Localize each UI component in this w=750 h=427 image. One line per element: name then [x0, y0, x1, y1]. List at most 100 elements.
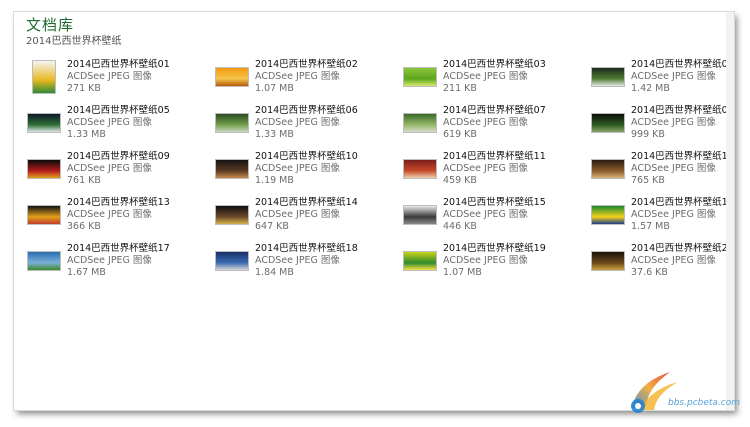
file-meta: 2014巴西世界杯壁纸14 ACDSee JPEG 图像 647 KB: [255, 197, 358, 233]
file-size: 446 KB: [443, 221, 477, 232]
file-item[interactable]: 2014巴西世界杯壁纸13 ACDSee JPEG 图像 366 KB: [26, 197, 214, 243]
file-name: 2014巴西世界杯壁纸13: [67, 197, 170, 208]
bw-player-thumbnail: [403, 205, 437, 225]
file-item[interactable]: 2014巴西世界杯壁纸07 ACDSee JPEG 图像 619 KB: [402, 105, 590, 151]
file-item[interactable]: 2014巴西世界杯壁纸04 ACDSee JPEG 图像 1.42 MB: [590, 59, 734, 105]
file-type: ACDSee JPEG 图像: [631, 255, 716, 266]
file-item[interactable]: 2014巴西世界杯壁纸18 ACDSee JPEG 图像 1.84 MB: [214, 243, 402, 289]
file-size: 1.07 MB: [443, 267, 482, 278]
file-size: 1.19 MB: [255, 175, 294, 186]
file-type: ACDSee JPEG 图像: [67, 209, 152, 220]
file-item[interactable]: 2014巴西世界杯壁纸15 ACDSee JPEG 图像 446 KB: [402, 197, 590, 243]
library-window: 文档库 2014巴西世界杯壁纸 2014巴西世界杯壁纸01 ACDSee JPEG…: [14, 12, 734, 410]
file-item[interactable]: 2014巴西世界杯壁纸01 ACDSee JPEG 图像 271 KB: [26, 59, 214, 105]
file-item[interactable]: 2014巴西世界杯壁纸08 ACDSee JPEG 图像 999 KB: [590, 105, 734, 151]
thumbnail-frame: [402, 105, 438, 141]
file-item[interactable]: 2014巴西世界杯壁纸09 ACDSee JPEG 图像 761 KB: [26, 151, 214, 197]
scrollbar[interactable]: [726, 12, 734, 410]
file-name: 2014巴西世界杯壁纸17: [67, 243, 170, 254]
file-name: 2014巴西世界杯壁纸06: [255, 105, 358, 116]
file-type: ACDSee JPEG 图像: [67, 71, 152, 82]
player-portrait-thumbnail: [591, 251, 625, 271]
file-type: ACDSee JPEG 图像: [443, 209, 528, 220]
file-type: ACDSee JPEG 图像: [443, 117, 528, 128]
thumbnail-frame: [26, 59, 62, 95]
thumbnail-frame: [590, 243, 626, 279]
file-size: 765 KB: [631, 175, 665, 186]
library-subtitle: 2014巴西世界杯壁纸: [26, 36, 122, 47]
blue-stadium-thumbnail: [215, 251, 249, 271]
file-type: ACDSee JPEG 图像: [631, 209, 716, 220]
dark-player-thumbnail: [215, 159, 249, 179]
file-grid: 2014巴西世界杯壁纸01 ACDSee JPEG 图像 271 KB 2014巴西世…: [26, 59, 734, 289]
file-item[interactable]: 2014巴西世界杯壁纸19 ACDSee JPEG 图像 1.07 MB: [402, 243, 590, 289]
file-item[interactable]: 2014巴西世界杯壁纸11 ACDSee JPEG 图像 459 KB: [402, 151, 590, 197]
file-meta: 2014巴西世界杯壁纸01 ACDSee JPEG 图像 271 KB: [67, 59, 170, 95]
file-type: ACDSee JPEG 图像: [255, 163, 340, 174]
file-name: 2014巴西世界杯壁纸01: [67, 59, 170, 70]
thumbnail-frame: [402, 59, 438, 95]
sky-field-thumbnail: [27, 251, 61, 271]
file-meta: 2014巴西世界杯壁纸20 ACDSee JPEG 图像 37.6 KB: [631, 243, 734, 279]
file-meta: 2014巴西世界杯壁纸06 ACDSee JPEG 图像 1.33 MB: [255, 105, 358, 141]
night-stadium-thumbnail: [591, 113, 625, 133]
file-size: 366 KB: [67, 221, 101, 232]
file-size: 1.84 MB: [255, 267, 294, 278]
thumbnail-frame: [590, 105, 626, 141]
file-item[interactable]: 2014巴西世界杯壁纸05 ACDSee JPEG 图像 1.33 MB: [26, 105, 214, 151]
file-size: 459 KB: [443, 175, 477, 186]
file-meta: 2014巴西世界杯壁纸05 ACDSee JPEG 图像 1.33 MB: [67, 105, 170, 141]
file-type: ACDSee JPEG 图像: [67, 117, 152, 128]
file-size: 999 KB: [631, 129, 665, 140]
file-size: 1.67 MB: [67, 267, 106, 278]
file-type: ACDSee JPEG 图像: [443, 163, 528, 174]
file-name: 2014巴西世界杯壁纸08: [631, 105, 734, 116]
file-meta: 2014巴西世界杯壁纸08 ACDSee JPEG 图像 999 KB: [631, 105, 734, 141]
file-meta: 2014巴西世界杯壁纸11 ACDSee JPEG 图像 459 KB: [443, 151, 546, 187]
pcbeta-logo: [631, 372, 678, 413]
file-size: 211 KB: [443, 83, 477, 94]
file-item[interactable]: 2014巴西世界杯壁纸02 ACDSee JPEG 图像 1.07 MB: [214, 59, 402, 105]
file-name: 2014巴西世界杯壁纸11: [443, 151, 546, 162]
file-item[interactable]: 2014巴西世界杯壁纸20 ACDSee JPEG 图像 37.6 KB: [590, 243, 734, 289]
file-meta: 2014巴西世界杯壁纸10 ACDSee JPEG 图像 1.19 MB: [255, 151, 358, 187]
file-name: 2014巴西世界杯壁纸04: [631, 59, 734, 70]
file-meta: 2014巴西世界杯壁纸16 ACDSee JPEG 图像 1.57 MB: [631, 197, 734, 233]
file-name: 2014巴西世界杯壁纸18: [255, 243, 358, 254]
library-header: 文档库 2014巴西世界杯壁纸: [26, 16, 121, 49]
trophy-wallpaper-thumbnail: [215, 67, 249, 87]
file-item[interactable]: 2014巴西世界杯壁纸10 ACDSee JPEG 图像 1.19 MB: [214, 151, 402, 197]
file-type: ACDSee JPEG 图像: [631, 117, 716, 128]
file-size: 761 KB: [67, 175, 101, 186]
thumbnail-frame: [402, 243, 438, 279]
field-wallpaper-thumbnail: [215, 113, 249, 133]
thumbnail-frame: [26, 105, 62, 141]
trophy-poster-thumbnail: [32, 60, 56, 94]
file-meta: 2014巴西世界杯壁纸18 ACDSee JPEG 图像 1.84 MB: [255, 243, 358, 279]
file-meta: 2014巴西世界杯壁纸03 ACDSee JPEG 图像 211 KB: [443, 59, 546, 95]
file-size: 647 KB: [255, 221, 289, 232]
file-item[interactable]: 2014巴西世界杯壁纸03 ACDSee JPEG 图像 211 KB: [402, 59, 590, 105]
file-size: 1.57 MB: [631, 221, 670, 232]
thumbnail-frame: [26, 243, 62, 279]
file-size: 619 KB: [443, 129, 477, 140]
pitch-wallpaper-thumbnail: [403, 113, 437, 133]
file-item[interactable]: 2014巴西世界杯壁纸17 ACDSee JPEG 图像 1.67 MB: [26, 243, 214, 289]
file-name: 2014巴西世界杯壁纸07: [443, 105, 546, 116]
thumbnail-frame: [26, 151, 62, 187]
file-type: ACDSee JPEG 图像: [255, 117, 340, 128]
file-name: 2014巴西世界杯壁纸02: [255, 59, 358, 70]
file-item[interactable]: 2014巴西世界杯壁纸12 ACDSee JPEG 图像 765 KB: [590, 151, 734, 197]
stadium-wallpaper-thumbnail: [591, 67, 625, 87]
thumbnail-frame: [214, 59, 250, 95]
colorful-wallpaper-thumbnail: [27, 205, 61, 225]
file-item[interactable]: 2014巴西世界杯壁纸16 ACDSee JPEG 图像 1.57 MB: [590, 197, 734, 243]
file-meta: 2014巴西世界杯壁纸02 ACDSee JPEG 图像 1.07 MB: [255, 59, 358, 95]
file-size: 37.6 KB: [631, 267, 668, 278]
file-item[interactable]: 2014巴西世界杯壁纸06 ACDSee JPEG 图像 1.33 MB: [214, 105, 402, 151]
file-size: 1.33 MB: [67, 129, 106, 140]
file-item[interactable]: 2014巴西世界杯壁纸14 ACDSee JPEG 图像 647 KB: [214, 197, 402, 243]
thumbnail-frame: [590, 151, 626, 187]
yellow-green-thumbnail: [403, 251, 437, 271]
thumbnail-frame: [402, 197, 438, 233]
